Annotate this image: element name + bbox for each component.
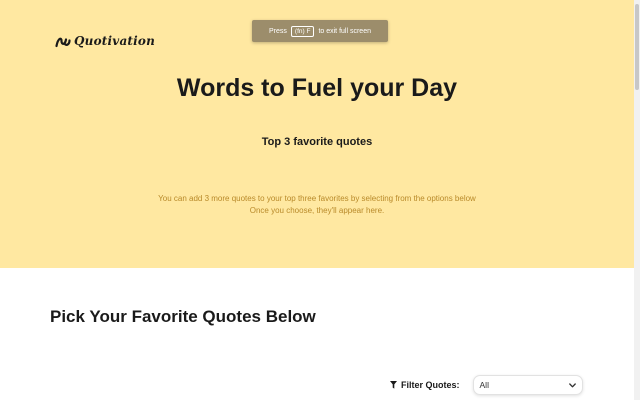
toast-press-text: Press <box>269 27 287 35</box>
logo[interactable]: Quotivation <box>55 34 155 48</box>
note-line-2: Once you choose, they'll appear here. <box>249 206 385 215</box>
logo-text: Quotivation <box>74 34 156 48</box>
filter-select[interactable]: All <box>472 375 583 395</box>
toast-key: (fn) F <box>290 25 315 37</box>
page-title: Words to Fuel your Day <box>176 74 458 102</box>
page-scrollbar[interactable] <box>634 0 640 400</box>
filter-label-text: Filter Quotes: <box>401 380 460 390</box>
picker-title: Pick Your Favorite Quotes Below <box>50 307 316 326</box>
fullscreen-toast: Press (fn) F to exit full screen <box>252 20 388 42</box>
favorites-subtitle: Top 3 favorite quotes <box>261 136 373 148</box>
funnel-icon <box>390 381 397 389</box>
filter-select-value: All <box>479 380 489 390</box>
filter-row: Filter Quotes: All <box>390 375 583 395</box>
hero-banner: Quotivation Press (fn) F to exit full sc… <box>0 0 634 268</box>
squiggle-logo-icon <box>55 37 71 48</box>
toast-rest-text: to exit full screen <box>318 27 371 35</box>
note-line-1: You can add 3 more quotes to your top th… <box>158 194 476 203</box>
filter-label: Filter Quotes: <box>390 380 460 390</box>
scrollbar-thumb[interactable] <box>635 4 639 90</box>
page: Quotivation Press (fn) F to exit full sc… <box>0 0 640 400</box>
favorites-note: You can add 3 more quotes to your top th… <box>0 193 634 217</box>
chevron-down-icon <box>568 382 576 387</box>
